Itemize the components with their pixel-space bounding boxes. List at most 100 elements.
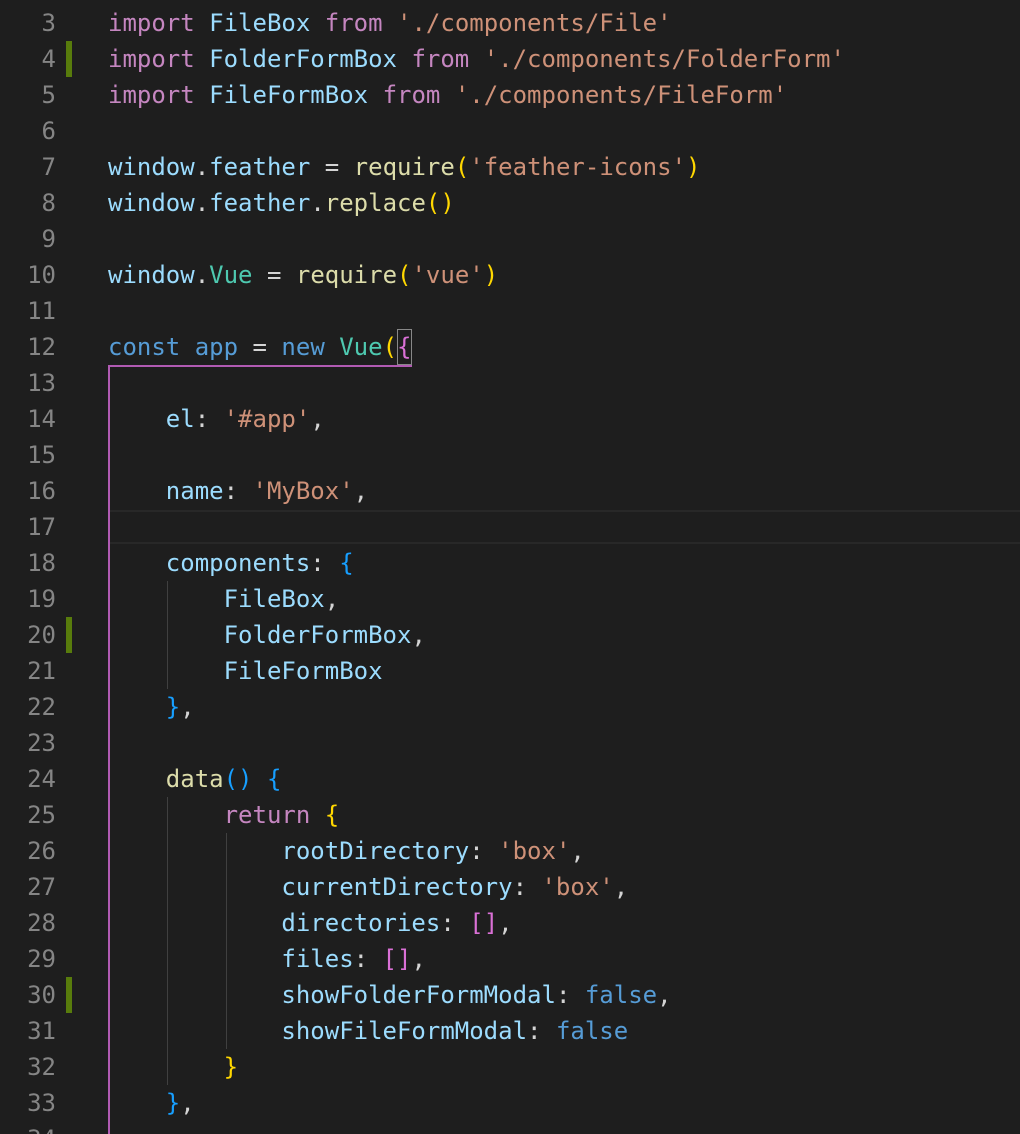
line-content: } — [108, 1049, 238, 1085]
code-line[interactable]: 20 FolderFormBox, — [0, 617, 1020, 653]
code-token: { — [324, 801, 340, 829]
code-token: , — [613, 873, 629, 901]
code-line[interactable]: 5 import FileFormBox from './components/F… — [0, 77, 1020, 113]
code-line[interactable]: 23 — [0, 725, 1020, 761]
code-line[interactable]: 6 — [0, 113, 1020, 149]
code-line[interactable]: 30 showFolderFormModal: false, — [0, 977, 1020, 1013]
code-line[interactable]: 28 directories: [], — [0, 905, 1020, 941]
line-content: const app = new Vue({ — [108, 329, 412, 365]
line-content: data() { — [108, 761, 282, 797]
code-line[interactable]: 13 — [0, 365, 1020, 401]
line-content: components: { — [108, 545, 354, 581]
code-token: ( — [397, 261, 412, 289]
code-token: 'MyBox' — [252, 477, 354, 505]
code-token: '#app' — [223, 405, 311, 433]
code-token: } — [165, 693, 181, 721]
code-token: , — [180, 1089, 195, 1117]
line-content: }, — [108, 1085, 195, 1121]
code-token: [] — [469, 909, 499, 937]
code-token: app — [194, 333, 239, 361]
code-token: 'box' — [498, 837, 571, 865]
code-line[interactable]: 24 data() { — [0, 761, 1020, 797]
code-token: el — [165, 405, 195, 433]
code-line[interactable]: 27 currentDirectory: 'box', — [0, 869, 1020, 905]
modified-line-marker[interactable] — [66, 617, 72, 653]
code-line[interactable]: 32 } — [0, 1049, 1020, 1085]
line-number: 34 — [0, 1121, 56, 1134]
code-line[interactable]: 18 components: { — [0, 545, 1020, 581]
code-line[interactable]: 12 const app = new Vue({ — [0, 329, 1020, 365]
code-token: : — [353, 945, 383, 973]
code-token: ) — [686, 153, 701, 181]
code-line[interactable]: 11 — [0, 293, 1020, 329]
code-line[interactable]: 31 showFileFormModal: false — [0, 1013, 1020, 1049]
line-content: name: 'MyBox', — [108, 473, 368, 509]
line-content: window.feather = require('feather-icons'… — [108, 149, 700, 185]
line-number: 26 — [27, 837, 56, 865]
line-number: 10 — [27, 261, 56, 289]
code-line[interactable]: 33 }, — [0, 1085, 1020, 1121]
code-line[interactable]: 4 import FolderFormBox from './components… — [0, 41, 1020, 77]
code-token: from — [382, 81, 441, 109]
code-line[interactable]: 21 FileFormBox — [0, 653, 1020, 689]
code-token: , — [498, 909, 513, 937]
code-line[interactable]: 3 import FileBox from './components/File' — [0, 5, 1020, 41]
line-content: currentDirectory: 'box', — [108, 869, 628, 905]
code-token: , — [180, 693, 195, 721]
code-line[interactable]: 14 el: '#app', — [0, 401, 1020, 437]
code-token: replace — [324, 189, 426, 217]
code-token: : — [555, 981, 585, 1009]
code-line[interactable]: 29 files: [], — [0, 941, 1020, 977]
code-line[interactable]: 26 rootDirectory: 'box', — [0, 833, 1020, 869]
line-number: 13 — [27, 369, 56, 397]
code-token: ( — [454, 153, 470, 181]
code-token: rootDirectory — [281, 837, 470, 865]
line-content: window.Vue = require('vue') — [108, 257, 498, 293]
code-token: { — [266, 765, 282, 793]
code-token: import — [108, 9, 195, 37]
code-token: 'feather-icons' — [469, 153, 687, 181]
code-line[interactable]: 25 return { — [0, 797, 1020, 833]
line-number: 20 — [27, 621, 56, 649]
line-content: }, — [108, 689, 195, 725]
code-line[interactable]: 22 }, — [0, 689, 1020, 725]
code-token: ) — [483, 261, 499, 289]
code-token: . — [310, 189, 325, 217]
code-line[interactable]: 16 name: 'MyBox', — [0, 473, 1020, 509]
code-line[interactable]: 34 — [0, 1121, 1020, 1134]
code-line[interactable]: 9 — [0, 221, 1020, 257]
code-line[interactable]: 7 window.feather = require('feather-icons… — [0, 149, 1020, 185]
code-token: 'vue' — [411, 261, 484, 289]
code-token: { — [397, 329, 412, 365]
line-number: 15 — [27, 441, 56, 469]
code-token: () — [425, 189, 455, 217]
code-token: , — [310, 405, 325, 433]
code-line[interactable]: 19 FileBox, — [0, 581, 1020, 617]
code-line[interactable]: 17 — [0, 509, 1020, 545]
code-editor[interactable]: 3 import FileBox from './components/File'… — [0, 0, 1020, 1134]
modified-line-marker[interactable] — [66, 41, 72, 77]
line-number: 9 — [41, 225, 56, 253]
line-number: 27 — [27, 873, 56, 901]
line-content: import FileFormBox from './components/Fi… — [108, 77, 787, 113]
line-number: 32 — [27, 1053, 56, 1081]
code-line[interactable]: 15 — [0, 437, 1020, 473]
modified-line-marker[interactable] — [66, 977, 72, 1013]
code-token: . — [194, 261, 210, 289]
code-line[interactable]: 8 window.feather.replace() — [0, 185, 1020, 221]
code-token: = — [238, 333, 282, 361]
code-line[interactable]: 10 window.Vue = require('vue') — [0, 257, 1020, 293]
line-number: 8 — [41, 189, 56, 217]
